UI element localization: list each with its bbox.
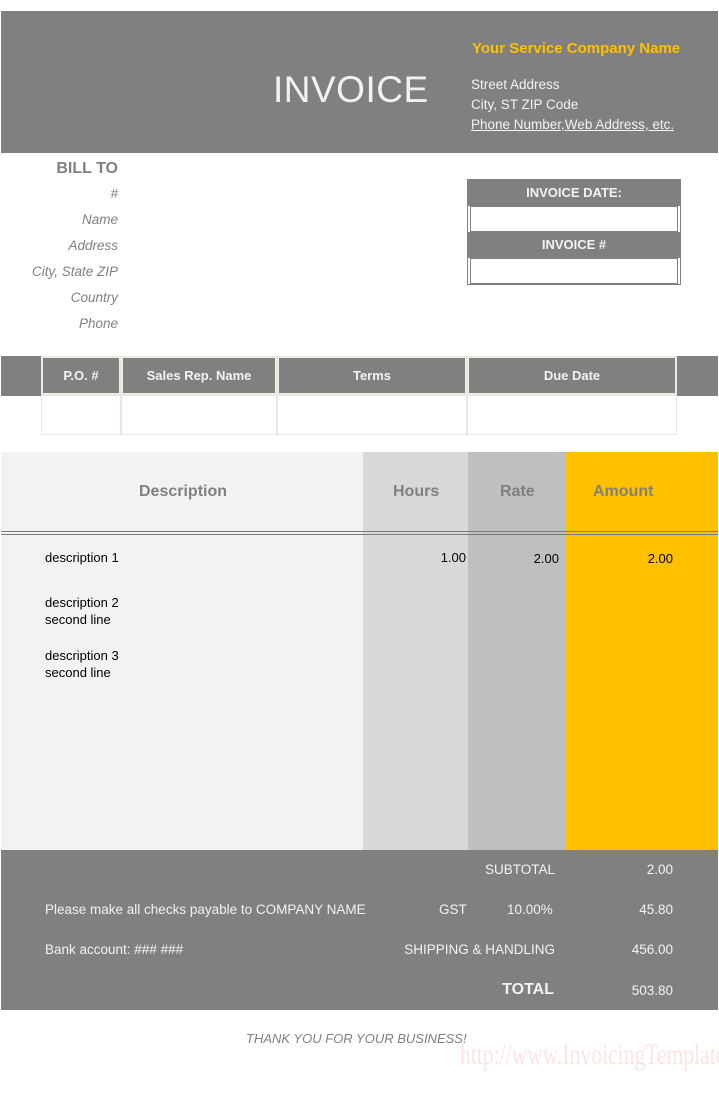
tax-rate[interactable]: 10.00% [507,902,553,917]
item-3-line2: second line [45,665,111,680]
line-items-table: Description Hours Rate Amount descriptio… [1,452,718,850]
bill-to-phone-label: Phone [78,316,118,331]
thank-you-message: THANK YOU FOR YOUR BUSINESS! [246,1031,467,1046]
company-street[interactable]: Street Address [471,77,560,92]
invoice-header: INVOICE Your Service Company Name Street… [1,11,718,153]
due-date-field[interactable] [467,395,677,435]
invoice-info-box: INVOICE DATE: INVOICE # [467,179,681,285]
bill-to-country-label: Country [70,290,118,305]
shipping-value[interactable]: 456.00 [632,942,673,957]
watermark-url: http://www.InvoicingTemplate.com [460,1038,719,1071]
terms-header: Terms [277,356,467,395]
tax-value: 45.80 [639,902,673,917]
checks-payable-note[interactable]: Please make all checks payable to COMPAN… [45,902,366,917]
shipping-label: SHIPPING & HANDLING [404,942,555,957]
invoice-number-field[interactable] [470,258,678,284]
bill-to-heading: BILL TO [56,160,118,177]
hours-header: Hours [393,483,440,500]
company-city[interactable]: City, ST ZIP Code [471,97,578,112]
item-2-line2: second line [45,612,111,627]
order-table: P.O. # Sales Rep. Name Terms Due Date [41,356,677,435]
due-date-header: Due Date [467,356,677,395]
invoice-number-label: INVOICE # [468,232,680,258]
amount-header: Amount [593,483,654,500]
invoice-date-field[interactable] [470,206,678,232]
item-1-description[interactable]: description 1 [45,549,119,566]
invoice-title: INVOICE [273,69,429,110]
description-header: Description [139,483,228,500]
totals-section: SUBTOTAL 2.00 Please make all checks pay… [1,850,718,1010]
item-3-line1: description 3 [45,648,119,663]
invoice-date-label: INVOICE DATE: [468,180,680,206]
po-number-header: P.O. # [41,356,121,395]
item-3-description[interactable]: description 3 second line [45,647,119,681]
item-1-amount: 2.00 [647,551,673,566]
total-label: TOTAL [502,981,554,998]
item-2-description[interactable]: description 2 second line [45,594,119,628]
item-1-line1: description 1 [45,550,119,565]
company-contact-link[interactable]: Phone Number,Web Address, etc. [471,117,674,132]
total-value: 503.80 [631,983,673,998]
item-1-hours[interactable]: 1.00 [363,550,466,565]
subtotal-label: SUBTOTAL [484,862,555,877]
sales-rep-header: Sales Rep. Name [121,356,277,395]
hours-column [363,452,468,850]
bill-to-number-label: # [110,186,118,201]
rate-column [468,452,565,850]
item-2-line1: description 2 [45,595,119,610]
item-1-rate[interactable]: 2.00 [468,551,559,566]
tax-label: GST [439,902,467,917]
company-name[interactable]: Your Service Company Name [472,40,680,57]
sales-rep-field[interactable] [121,395,277,435]
bank-account-note[interactable]: Bank account: ### ### [45,942,183,957]
po-number-field[interactable] [41,395,121,435]
bill-to-address-label: Address [68,238,118,253]
bill-to-city-label: City, State ZIP [31,264,118,279]
subtotal-value: 2.00 [646,862,673,877]
rate-header: Rate [500,483,535,500]
header-divider [1,531,718,535]
terms-field[interactable] [277,395,467,435]
bill-to-name-label: Name [81,212,118,227]
amount-column [565,452,718,850]
